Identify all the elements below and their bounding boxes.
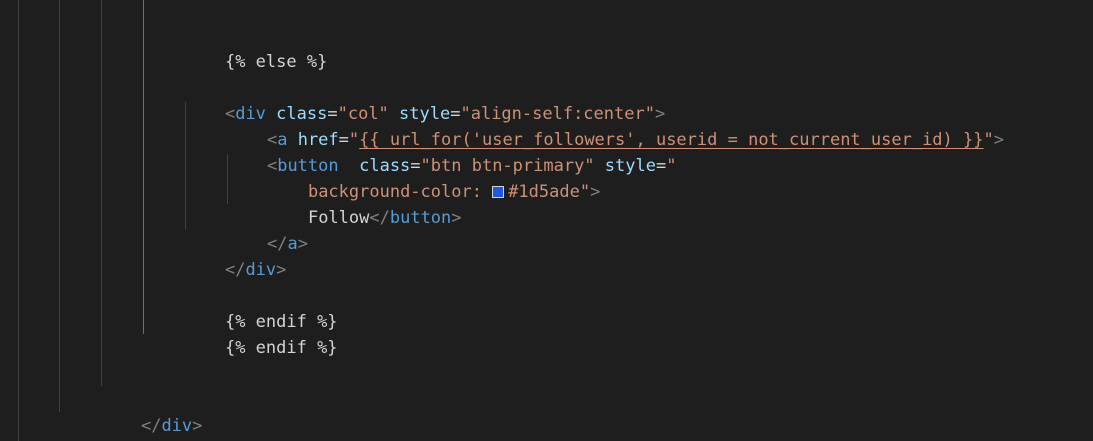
css-color-value: #1d5ade" — [508, 182, 591, 202]
indent-guide — [59, 0, 60, 412]
tag-name: a — [287, 234, 298, 254]
code-line-follow[interactable]: Follow</button> — [267, 179, 462, 228]
indent-guide — [101, 0, 102, 386]
tag-bracket: > — [451, 208, 462, 228]
code-line-a-close[interactable]: </a> — [226, 205, 308, 254]
tag-bracket: </ — [224, 260, 246, 280]
code-line-div-close-3[interactable]: </div> — [59, 412, 161, 438]
tag-name: button — [389, 208, 452, 228]
tag-bracket: > — [590, 182, 601, 202]
tag-bracket: > — [276, 260, 287, 280]
attr-value: " — [666, 156, 677, 176]
jinja-else: {% else %} — [224, 52, 328, 72]
code-line-div-close-2[interactable]: </div> — [100, 387, 202, 436]
code-editor[interactable]: {% else %} <div class="col" style="align… — [0, 0, 1093, 441]
tag-bracket: > — [192, 416, 203, 436]
code-line-div-close[interactable]: </div> — [184, 231, 286, 280]
tag-name: div — [245, 260, 277, 280]
indent-guide-active — [143, 0, 144, 334]
code-line-a-open[interactable]: <a href="{{ url_for('user_followers', us… — [226, 101, 1004, 150]
code-line-endif-2[interactable]: {% endif %} — [184, 309, 338, 358]
color-swatch-icon[interactable] — [492, 186, 505, 198]
tag-bracket: > — [297, 234, 308, 254]
code-line-style-value[interactable]: background-color: #1d5ade"> — [267, 153, 600, 202]
tag-name: div — [161, 416, 193, 436]
code-line-else[interactable]: {% else %} — [184, 23, 327, 72]
attr-name: style — [604, 156, 656, 176]
code-line-button-open[interactable]: <button class="btn btn-primary" style=" — [226, 127, 677, 176]
indent-guide — [18, 0, 19, 441]
button-text: Follow — [307, 208, 370, 228]
tag-bracket: > — [993, 130, 1004, 150]
code-line-endif-1[interactable]: {% endif %} — [184, 283, 338, 332]
code-line-div-open[interactable]: <div class="col" style="align-self:cente… — [184, 75, 665, 124]
jinja-endif: {% endif %} — [224, 338, 338, 358]
tag-bracket: </ — [369, 208, 390, 228]
